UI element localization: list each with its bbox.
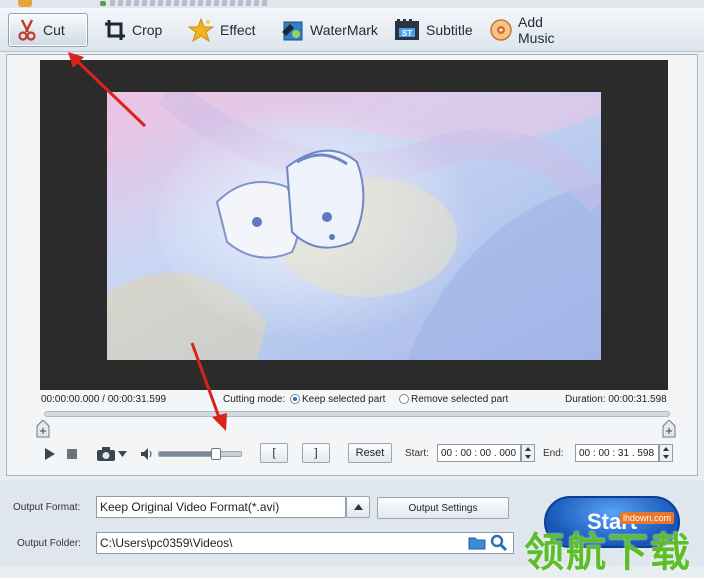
start-time-spinner[interactable] xyxy=(521,444,535,462)
tab-cut[interactable]: Cut xyxy=(8,13,88,47)
volume-slider[interactable] xyxy=(158,451,242,457)
snapshot-dropdown-icon[interactable] xyxy=(118,450,127,458)
tab-effect-label: Effect xyxy=(220,22,256,38)
cut-timeline: 00:00:00.000 / 00:00:31.599 Cutting mode… xyxy=(36,390,676,438)
output-settings-button[interactable]: Output Settings xyxy=(377,497,509,519)
edit-toolbar: Cut Crop Effect WaterMark ST Subtitle Ad… xyxy=(0,8,704,52)
start-convert-button[interactable]: Start xyxy=(544,496,680,548)
volume-thumb[interactable] xyxy=(211,448,222,460)
end-time-label: End: xyxy=(543,448,564,459)
playback-controls: [ ] Reset Start: 00 : 00 : 00 . 000 End:… xyxy=(40,440,680,466)
tab-watermark-label: WaterMark xyxy=(310,22,378,38)
folder-icon[interactable] xyxy=(468,535,486,550)
output-folder-field[interactable]: C:\Users\pc0359\Videos\ xyxy=(96,532,514,554)
svg-text:ST: ST xyxy=(402,29,412,38)
end-time-spinner[interactable] xyxy=(659,444,673,462)
end-time-input[interactable]: 00 : 00 : 31 . 598 xyxy=(575,444,659,462)
mark-in-button[interactable]: [ xyxy=(260,443,288,463)
tab-add-music-label: Add Music xyxy=(518,14,555,46)
start-time-label: Start: xyxy=(405,448,429,459)
remove-selected-option[interactable]: Remove selected part xyxy=(399,394,508,405)
snapshot-camera-icon[interactable] xyxy=(96,446,116,462)
start-marker-handle[interactable] xyxy=(36,420,50,438)
music-icon xyxy=(490,19,512,41)
current-position: 00:00:00.000 / 00:00:31.599 xyxy=(41,394,167,405)
output-settings-label: Output Settings xyxy=(408,502,478,514)
mark-out-label: ] xyxy=(314,447,318,459)
stop-icon[interactable] xyxy=(66,448,78,460)
format-dropdown-button[interactable] xyxy=(346,496,370,518)
chevron-up-icon xyxy=(353,504,363,510)
effect-star-icon xyxy=(188,18,214,42)
start-label: Start xyxy=(586,509,638,534)
tab-subtitle-label: Subtitle xyxy=(426,22,473,38)
duration-text: Duration: 00:00:31.598 xyxy=(565,394,667,405)
volume-level xyxy=(159,452,217,456)
video-frame xyxy=(107,92,601,360)
keep-selected-label: Keep selected part xyxy=(302,394,386,405)
tab-crop[interactable]: Crop xyxy=(96,13,172,47)
title-text-fragment xyxy=(110,0,270,6)
remove-selected-label: Remove selected part xyxy=(411,394,509,405)
scissors-icon xyxy=(17,19,37,41)
output-format-select[interactable]: Keep Original Video Format(*.avi) xyxy=(96,496,346,518)
tab-watermark[interactable]: WaterMark xyxy=(272,13,378,47)
reset-button[interactable]: Reset xyxy=(348,443,392,463)
volume-icon[interactable] xyxy=(140,447,154,461)
mark-out-button[interactable]: ] xyxy=(302,443,330,463)
cutting-mode-label: Cutting mode: xyxy=(223,394,286,405)
search-icon[interactable] xyxy=(490,534,508,551)
output-folder-label: Output Folder: xyxy=(17,538,81,549)
mark-in-label: [ xyxy=(272,447,276,459)
watermark-icon xyxy=(280,18,304,42)
crop-icon xyxy=(104,19,126,41)
remove-radio[interactable] xyxy=(399,394,409,404)
keep-selected-option[interactable]: Keep selected part xyxy=(290,394,385,405)
reset-label: Reset xyxy=(355,447,385,459)
subtitle-icon: ST xyxy=(394,18,420,42)
output-format-label: Output Format: xyxy=(13,502,81,513)
title-icon xyxy=(100,1,106,6)
play-icon[interactable] xyxy=(44,447,56,461)
start-time-input[interactable]: 00 : 00 : 00 . 000 xyxy=(437,444,521,462)
tab-cut-label: Cut xyxy=(43,22,65,38)
keep-radio[interactable] xyxy=(290,394,300,404)
timeline-track[interactable] xyxy=(44,411,670,417)
tab-crop-label: Crop xyxy=(132,22,163,38)
tab-add-music[interactable]: Add Music xyxy=(482,13,582,47)
tab-subtitle[interactable]: ST Subtitle xyxy=(386,13,480,47)
end-marker-handle[interactable] xyxy=(662,420,676,438)
app-icon xyxy=(18,0,32,7)
tab-effect[interactable]: Effect xyxy=(180,13,266,47)
